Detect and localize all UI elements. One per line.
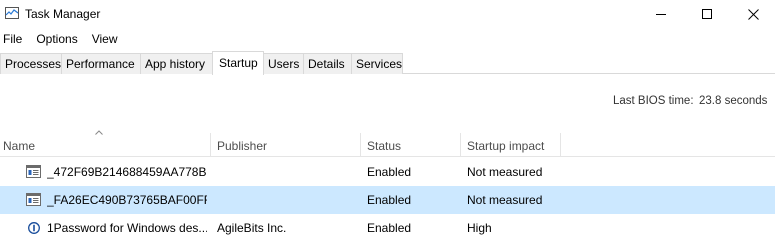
tab-details[interactable]: Details bbox=[303, 53, 352, 74]
row-name: 1Password for Windows des... bbox=[47, 221, 207, 235]
row-impact: Not measured bbox=[467, 165, 543, 179]
row-publisher bbox=[217, 186, 357, 214]
row-publisher bbox=[217, 158, 357, 186]
tab-app-history[interactable]: App history bbox=[140, 53, 213, 74]
column-divider[interactable] bbox=[460, 133, 461, 157]
row-name: _472F69B214688459AA778B bbox=[47, 165, 207, 179]
column-divider[interactable] bbox=[560, 133, 561, 157]
row-impact: Not measured bbox=[467, 193, 543, 207]
bios-time-label: Last BIOS time: bbox=[613, 95, 694, 107]
column-divider[interactable] bbox=[210, 133, 211, 157]
maximize-button[interactable] bbox=[684, 0, 730, 28]
tab-performance[interactable]: Performance bbox=[61, 53, 141, 74]
row-status: Enabled bbox=[367, 165, 412, 179]
table-row[interactable]: _472F69B214688459AA778B Enabled Not meas… bbox=[0, 158, 775, 186]
close-button[interactable] bbox=[730, 0, 775, 28]
menu-options[interactable]: Options bbox=[33, 29, 82, 49]
window-title: Task Manager bbox=[25, 7, 101, 21]
maximize-icon bbox=[701, 8, 712, 19]
column-header-row: Name Publisher Status Startup impact bbox=[0, 133, 775, 157]
app-window-icon bbox=[26, 165, 41, 178]
tab-services[interactable]: Services bbox=[351, 53, 403, 74]
minimize-button[interactable] bbox=[638, 0, 684, 28]
bios-time-value: 23.8 seconds bbox=[699, 95, 768, 107]
row-name: _FA26EC490B73765BAF00FF bbox=[47, 193, 207, 207]
menu-bar: File Options View bbox=[0, 29, 775, 49]
minimize-icon bbox=[655, 13, 666, 15]
row-publisher: AgileBits Inc. bbox=[217, 221, 287, 235]
row-impact: High bbox=[467, 221, 492, 235]
tab-processes[interactable]: Processes bbox=[0, 53, 62, 74]
column-header-startup-impact[interactable]: Startup impact bbox=[464, 133, 560, 157]
table-row[interactable]: 1Password for Windows des... AgileBits I… bbox=[0, 214, 775, 240]
row-status: Enabled bbox=[367, 221, 412, 235]
menu-view[interactable]: View bbox=[89, 29, 123, 49]
app-window-icon bbox=[26, 193, 41, 206]
column-divider[interactable] bbox=[360, 133, 361, 157]
menu-file[interactable]: File bbox=[0, 29, 27, 49]
tab-users[interactable]: Users bbox=[263, 53, 304, 74]
task-manager-icon bbox=[5, 7, 19, 19]
table-row[interactable]: _FA26EC490B73765BAF00FF Enabled Not meas… bbox=[0, 186, 775, 214]
1password-icon bbox=[28, 222, 40, 234]
column-header-name[interactable]: Name bbox=[0, 133, 210, 157]
row-status: Enabled bbox=[367, 193, 412, 207]
title-bar: Task Manager bbox=[0, 0, 775, 28]
tab-bar: Processes Performance App history Startu… bbox=[0, 51, 775, 75]
tab-startup[interactable]: Startup bbox=[212, 51, 264, 75]
column-header-status[interactable]: Status bbox=[364, 133, 460, 157]
close-icon bbox=[747, 8, 759, 20]
column-header-publisher[interactable]: Publisher bbox=[214, 133, 360, 157]
